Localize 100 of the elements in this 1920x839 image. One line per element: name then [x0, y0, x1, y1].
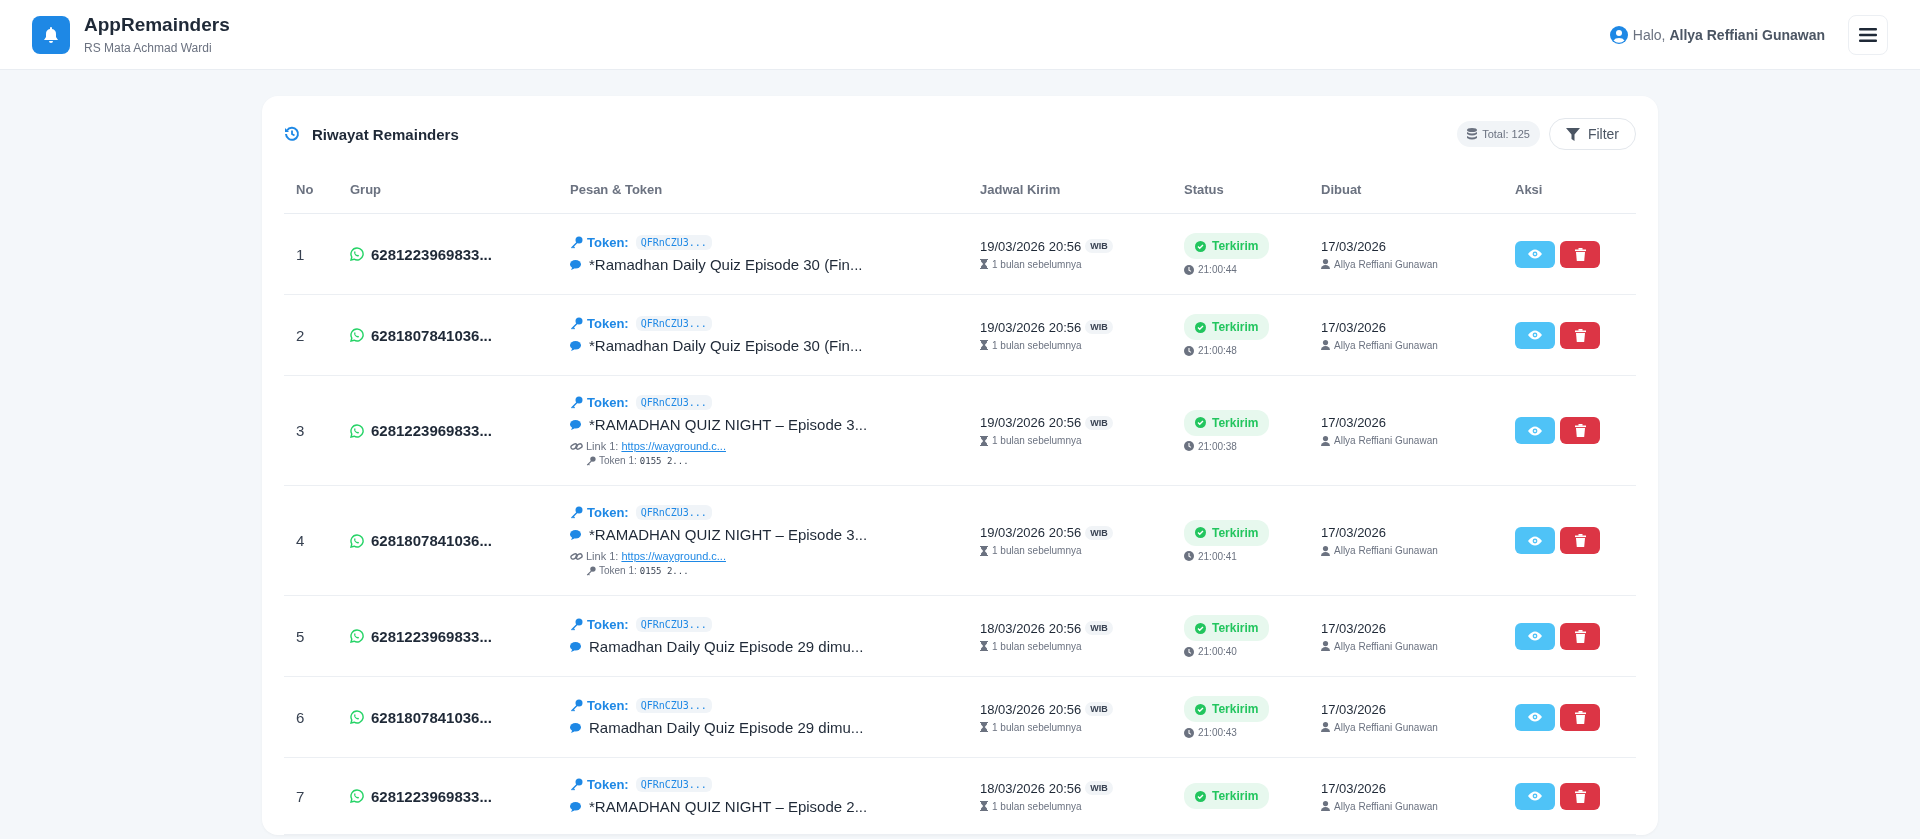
link-token-code: 0155 2... — [639, 565, 689, 576]
link-url[interactable]: https://wayground.c... — [621, 440, 726, 452]
created-date: 17/03/2026 — [1321, 701, 1388, 717]
clock-icon — [1184, 727, 1194, 738]
filter-button[interactable]: Filter — [1548, 118, 1636, 150]
timezone-badge: WIB — [1085, 621, 1113, 635]
chat-bubble-icon — [570, 340, 581, 351]
menu-button[interactable] — [1848, 14, 1888, 55]
token-code: QFRnCZU3... — [635, 777, 712, 792]
token-code: QFRnCZU3... — [635, 235, 712, 250]
clock-icon — [1184, 551, 1194, 561]
relative-time: 1 bulan sebelumnya — [992, 339, 1082, 351]
clock-icon — [1184, 264, 1194, 275]
creator-name: Allya Reffiani Gunawan — [1334, 721, 1438, 733]
delete-button[interactable] — [1560, 321, 1600, 349]
token-label: Token: — [587, 235, 629, 250]
hourglass-icon — [980, 641, 988, 651]
status-badge: Terkirim — [1184, 696, 1270, 722]
creator-name: Allya Reffiani Gunawan — [1334, 800, 1438, 812]
chat-bubble-icon — [570, 529, 581, 540]
menu-icon[interactable] — [1859, 27, 1877, 42]
hourglass-icon — [980, 545, 988, 556]
trash-icon[interactable] — [1574, 710, 1586, 724]
delete-button[interactable] — [1560, 622, 1600, 650]
message-text: *Ramadhan Daily Quiz Episode 30 (Fin... — [589, 337, 863, 354]
app-title: AppRemainders — [84, 14, 230, 36]
delete-button[interactable] — [1560, 240, 1600, 268]
timezone-badge: WIB — [1085, 239, 1113, 253]
trash-icon[interactable] — [1574, 629, 1586, 643]
delete-button[interactable] — [1560, 527, 1600, 554]
user-icon — [1321, 641, 1330, 651]
message-text: *RAMADHAN QUIZ NIGHT – Episode 3... — [589, 416, 868, 433]
clock-icon — [1184, 441, 1194, 451]
trash-icon[interactable] — [1574, 424, 1586, 437]
sent-time: 21:00:43 — [1198, 727, 1237, 738]
user-icon — [1321, 722, 1330, 732]
column-header: Dibuat — [1309, 164, 1503, 214]
creator-name: Allya Reffiani Gunawan — [1334, 545, 1438, 556]
chat-bubble-icon — [570, 259, 581, 270]
status-badge: Terkirim — [1184, 409, 1270, 436]
clock-icon — [1184, 345, 1194, 356]
link-icon — [570, 440, 583, 452]
user-icon — [1321, 801, 1330, 811]
token-code: QFRnCZU3... — [635, 505, 712, 520]
delete-button[interactable] — [1560, 782, 1600, 810]
key-icon — [570, 618, 583, 631]
link-label: Link 1: — [586, 550, 619, 562]
delete-button[interactable] — [1560, 417, 1600, 444]
row-number: 3 — [284, 375, 338, 486]
row-number: 2 — [284, 294, 338, 376]
trash-icon[interactable] — [1574, 247, 1586, 261]
relative-time: 1 bulan sebelumnya — [992, 640, 1082, 652]
sent-time: 21:00:38 — [1198, 440, 1237, 452]
group-number: 6281807841036... — [371, 708, 492, 726]
trash-icon[interactable] — [1574, 789, 1586, 803]
column-header: No — [284, 164, 338, 214]
group-number: 6281223969833... — [371, 245, 492, 263]
link-url[interactable]: https://wayground.c... — [621, 550, 726, 562]
status-badge: Terkirim — [1184, 314, 1270, 340]
token-label: Token: — [587, 395, 629, 410]
sent-time: 21:00:48 — [1198, 345, 1237, 356]
timezone-badge: WIB — [1085, 781, 1113, 795]
relative-time: 1 bulan sebelumnya — [992, 800, 1082, 812]
row-number: 4 — [284, 485, 338, 596]
status-badge: Terkirim — [1184, 783, 1270, 809]
schedule-datetime: 19/03/2026 20:56 — [980, 525, 1082, 540]
link-token-label: Token 1: — [599, 455, 637, 466]
app-subtitle: RS Mata Achmad Wardi — [84, 41, 213, 55]
user-icon — [1321, 259, 1330, 269]
schedule-datetime: 18/03/2026 20:56 — [980, 620, 1082, 636]
relative-time: 1 bulan sebelumnya — [992, 258, 1082, 270]
message-text: Ramadhan Daily Quiz Episode 29 dimu... — [589, 638, 864, 655]
creator-name: Allya Reffiani Gunawan — [1334, 339, 1438, 351]
key-icon — [570, 236, 583, 249]
token-code: QFRnCZU3... — [635, 698, 712, 713]
whatsapp-icon — [350, 328, 364, 342]
group-number: 6281223969833... — [371, 422, 492, 439]
hourglass-icon — [980, 435, 988, 446]
bell-logo-icon — [32, 15, 70, 54]
token-label: Token: — [587, 698, 629, 713]
hourglass-icon — [980, 801, 988, 811]
timezone-badge: WIB — [1085, 320, 1113, 334]
trash-icon[interactable] — [1574, 534, 1586, 547]
history-icon — [284, 126, 300, 142]
filter-icon[interactable] — [1565, 127, 1580, 141]
row-number: 7 — [284, 757, 338, 835]
trash-icon[interactable] — [1574, 328, 1586, 342]
relative-time: 1 bulan sebelumnya — [992, 545, 1082, 556]
whatsapp-icon — [350, 629, 364, 643]
whatsapp-icon — [350, 423, 364, 438]
token-label: Token: — [587, 617, 629, 632]
created-date: 17/03/2026 — [1321, 780, 1388, 796]
key-icon — [570, 778, 583, 791]
schedule-datetime: 18/03/2026 20:56 — [980, 780, 1082, 796]
greeting-text: Halo, Allya Reffiani Gunawan — [1632, 26, 1825, 43]
link-label: Link 1: — [586, 440, 619, 452]
column-header: Jadwal Kirim — [968, 164, 1172, 214]
whatsapp-icon — [350, 533, 364, 548]
clock-icon — [1184, 646, 1194, 657]
delete-button[interactable] — [1560, 703, 1600, 731]
